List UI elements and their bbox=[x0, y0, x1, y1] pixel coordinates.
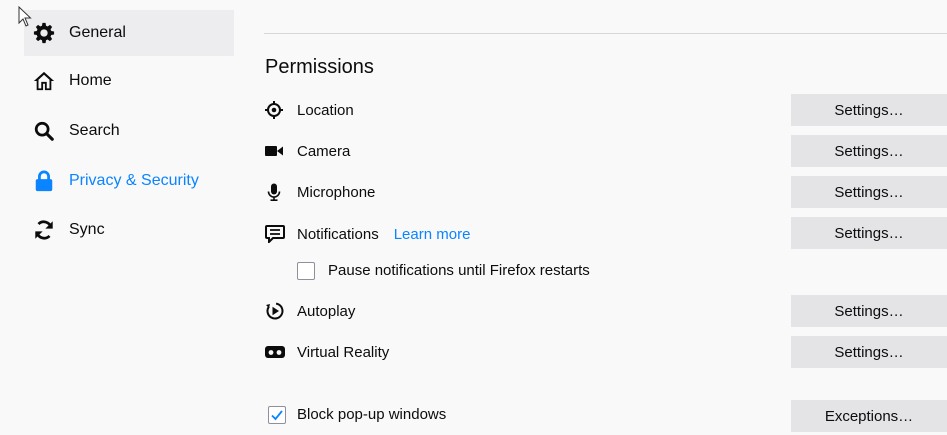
location-settings-button[interactable]: Settings… bbox=[791, 94, 947, 126]
microphone-label: Microphone bbox=[297, 183, 376, 201]
notifications-settings-button[interactable]: Settings… bbox=[791, 217, 947, 249]
camera-settings-button[interactable]: Settings… bbox=[791, 135, 947, 167]
pause-notifications-label: Pause notifications until Firefox restar… bbox=[328, 262, 590, 279]
autoplay-label: Autoplay bbox=[297, 302, 356, 320]
sidebar-item-sync[interactable]: Sync bbox=[24, 207, 234, 253]
sidebar-item-search[interactable]: Search bbox=[24, 108, 234, 154]
notifications-learn-more-link[interactable]: Learn more bbox=[394, 226, 471, 243]
sidebar-item-privacy-security[interactable]: Privacy & Security bbox=[24, 158, 234, 204]
preferences-window: General Home Search Privacy & Security S bbox=[0, 0, 947, 435]
camera-icon bbox=[265, 141, 289, 161]
lock-icon bbox=[32, 169, 56, 193]
block-popups-checkbox[interactable] bbox=[268, 406, 286, 424]
notifications-icon bbox=[265, 224, 289, 244]
gear-icon bbox=[32, 21, 56, 45]
sidebar: General Home Search Privacy & Security S bbox=[0, 0, 240, 435]
virtual-reality-row: Virtual Reality bbox=[265, 342, 389, 362]
pause-notifications-checkbox[interactable] bbox=[297, 262, 315, 280]
mouse-cursor-icon bbox=[18, 5, 32, 33]
location-label: Location bbox=[297, 101, 354, 119]
sync-icon bbox=[32, 218, 56, 242]
notifications-label: Notifications bbox=[297, 225, 379, 243]
section-divider bbox=[264, 33, 947, 34]
autoplay-settings-button[interactable]: Settings… bbox=[791, 295, 947, 327]
location-icon bbox=[265, 100, 289, 120]
block-popups-label: Block pop-up windows bbox=[297, 406, 447, 423]
checkmark-icon bbox=[271, 410, 283, 421]
virtual-reality-label: Virtual Reality bbox=[297, 343, 390, 361]
microphone-icon bbox=[265, 182, 289, 202]
sidebar-item-label: General bbox=[69, 24, 126, 41]
sidebar-item-general[interactable]: General bbox=[24, 10, 234, 56]
microphone-settings-button[interactable]: Settings… bbox=[791, 176, 947, 208]
autoplay-icon bbox=[265, 301, 289, 321]
virtual-reality-settings-button[interactable]: Settings… bbox=[791, 336, 947, 368]
permissions-heading: Permissions bbox=[265, 56, 374, 78]
home-icon bbox=[32, 69, 56, 93]
sidebar-item-label: Privacy & Security bbox=[69, 172, 199, 189]
location-row: Location bbox=[265, 100, 354, 120]
sidebar-item-label: Search bbox=[69, 122, 120, 139]
microphone-row: Microphone bbox=[265, 182, 375, 202]
sidebar-item-label: Sync bbox=[69, 221, 105, 238]
camera-label: Camera bbox=[297, 142, 351, 160]
popup-exceptions-button[interactable]: Exceptions… bbox=[791, 400, 947, 432]
notifications-row: Notifications Learn more bbox=[265, 224, 470, 244]
sidebar-item-home[interactable]: Home bbox=[24, 58, 234, 104]
sidebar-item-label: Home bbox=[69, 72, 112, 89]
autoplay-row: Autoplay bbox=[265, 301, 355, 321]
camera-row: Camera bbox=[265, 141, 350, 161]
search-icon bbox=[32, 119, 56, 143]
vr-headset-icon bbox=[265, 342, 289, 362]
